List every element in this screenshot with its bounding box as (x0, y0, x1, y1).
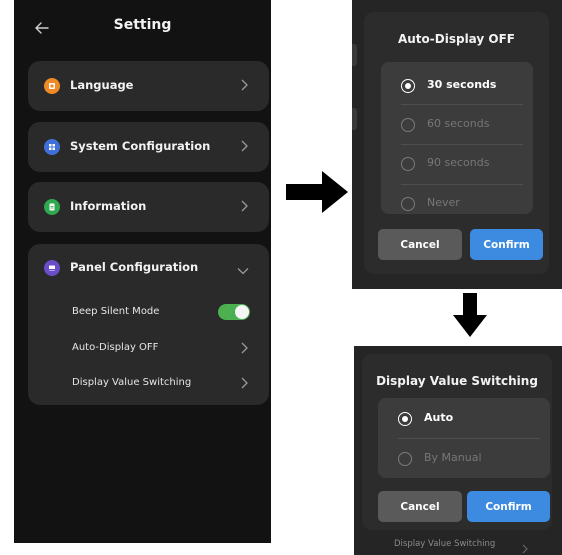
chevron-right-icon (522, 539, 528, 555)
display-value-switching-dialog: Display Value Switching Auto By Manual C… (354, 346, 562, 555)
radio-unselected-icon (401, 197, 415, 211)
confirm-button[interactable]: Confirm (467, 491, 550, 522)
dialog-panel: Auto-Display OFF 30 seconds 60 seconds 9… (364, 12, 549, 274)
chevron-right-icon (240, 200, 248, 215)
option-label: 60 seconds (427, 117, 490, 130)
page-title: Setting (113, 17, 172, 33)
arrow-right-icon (286, 171, 348, 217)
dialog-title: Display Value Switching (376, 374, 538, 388)
settings-item-language[interactable]: Language (28, 61, 269, 111)
option-label: By Manual (424, 451, 482, 464)
background-card-edge (352, 108, 357, 130)
dialog-panel: Display Value Switching Auto By Manual C… (362, 354, 552, 530)
divider (401, 104, 523, 105)
grid-icon (44, 139, 60, 155)
dialog-title: Auto-Display OFF (397, 32, 516, 46)
settings-item-label: Information (70, 199, 147, 213)
chevron-right-icon (240, 79, 248, 94)
options-list: Auto By Manual (378, 398, 550, 478)
cancel-button[interactable]: Cancel (378, 491, 462, 522)
background-row-label: Display Value Switching (394, 539, 496, 549)
radio-selected-icon (398, 412, 412, 426)
confirm-button[interactable]: Confirm (470, 229, 543, 260)
chevron-down-icon[interactable] (237, 264, 249, 278)
chevron-right-icon (240, 377, 248, 392)
radio-unselected-icon (398, 452, 412, 466)
language-icon (44, 78, 60, 94)
chevron-right-icon (240, 342, 248, 357)
settings-screen: Setting Language System Configuration In… (14, 0, 271, 543)
divider (398, 438, 540, 439)
cancel-button[interactable]: Cancel (378, 229, 462, 260)
option-label: Auto (424, 411, 454, 424)
settings-item-panel-configuration: Panel Configuration Beep Silent Mode Aut… (28, 244, 269, 405)
chevron-right-icon (240, 140, 248, 155)
arrow-down-icon (453, 293, 487, 341)
beep-silent-mode-label: Beep Silent Mode (72, 306, 160, 317)
settings-item-label: Panel Configuration (70, 260, 199, 274)
radio-selected-icon (401, 79, 415, 93)
divider (401, 184, 523, 185)
option-label: 90 seconds (427, 156, 490, 169)
option-label: Never (427, 196, 460, 209)
settings-item-label: Language (70, 78, 134, 92)
auto-display-off-dialog: Auto-Display OFF 30 seconds 60 seconds 9… (352, 0, 562, 289)
background-card-edge (352, 44, 357, 66)
settings-item-system-configuration[interactable]: System Configuration (28, 122, 269, 172)
panel-icon (44, 260, 60, 276)
display-value-switching-label: Display Value Switching (72, 377, 192, 388)
radio-unselected-icon (401, 118, 415, 132)
auto-display-off-label: Auto-Display OFF (72, 342, 159, 353)
radio-unselected-icon (401, 157, 415, 171)
options-list: 30 seconds 60 seconds 90 seconds Never (381, 62, 533, 214)
option-label: 30 seconds (427, 78, 497, 91)
divider (401, 144, 523, 145)
settings-item-label: System Configuration (70, 139, 211, 153)
beep-silent-mode-toggle[interactable] (218, 304, 250, 320)
settings-item-information[interactable]: Information (28, 182, 269, 232)
document-icon (44, 199, 60, 215)
